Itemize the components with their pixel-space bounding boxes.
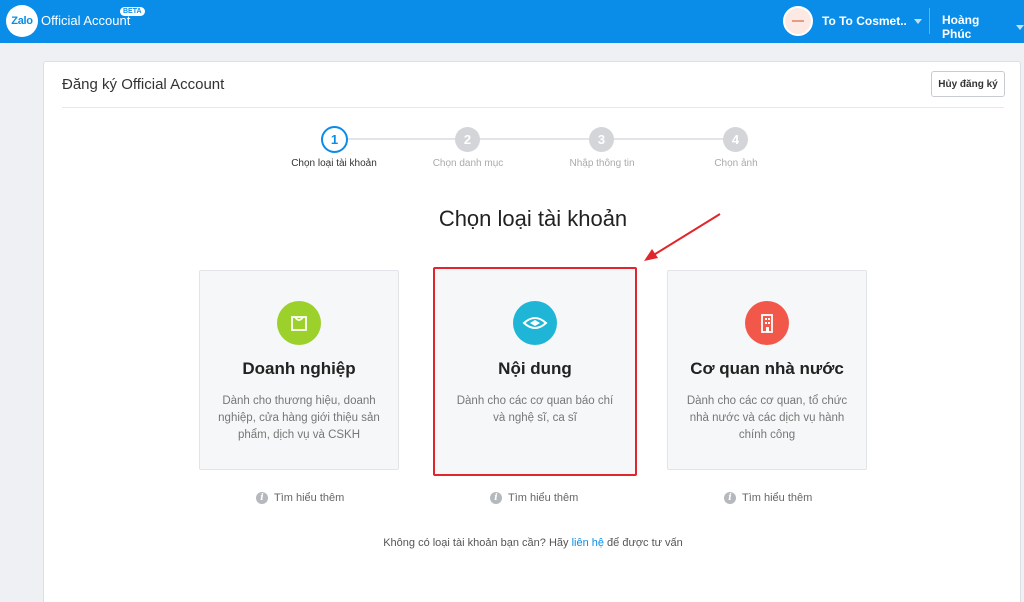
info-icon: i bbox=[490, 492, 502, 504]
step-4-label: Chọn ảnh bbox=[714, 158, 758, 169]
step-3-circle: 3 bbox=[589, 127, 614, 152]
learn-more-content[interactable]: i Tìm hiểu thêm bbox=[490, 492, 578, 504]
card-business[interactable]: Doanh nghiệp Dành cho thương hiệu, doanh… bbox=[199, 270, 399, 470]
card-government[interactable]: Cơ quan nhà nước Dành cho các cơ quan, t… bbox=[667, 270, 867, 470]
learn-more-label: Tìm hiểu thêm bbox=[508, 492, 579, 504]
account-name: To To Cosmet... bbox=[822, 14, 906, 28]
learn-more-label: Tìm hiểu thêm bbox=[274, 492, 345, 504]
card-content[interactable]: Nội dung Dành cho các cơ quan báo chí và… bbox=[433, 267, 637, 476]
info-icon: i bbox=[724, 492, 736, 504]
account-switcher[interactable]: To To Cosmet... bbox=[783, 6, 922, 36]
building-icon bbox=[745, 301, 789, 345]
step-3-label: Nhập thông tin bbox=[569, 158, 635, 169]
step-2-circle: 2 bbox=[455, 127, 480, 152]
card-description: Dành cho các cơ quan báo chí và nghệ sĩ,… bbox=[456, 395, 614, 424]
chevron-down-icon bbox=[1016, 24, 1024, 30]
content-icon bbox=[513, 301, 557, 345]
zalo-logo[interactable]: Zalo bbox=[6, 5, 38, 37]
page-title: Đăng ký Official Account bbox=[62, 76, 225, 93]
card-title: Doanh nghiệp bbox=[242, 359, 356, 378]
card-title: Nội dung bbox=[498, 359, 572, 378]
help-note-tail: để được tư vấn bbox=[603, 537, 683, 549]
help-note-text: Không có loại tài khoản bạn cần? Hãy bbox=[383, 537, 572, 549]
shopping-bag-icon bbox=[277, 301, 321, 345]
section-heading: Chọn loại tài khoản bbox=[438, 206, 628, 231]
learn-more-government[interactable]: i Tìm hiểu thêm bbox=[724, 492, 812, 504]
topbar-divider bbox=[929, 8, 930, 34]
user-name: Hoàng Phúc bbox=[942, 13, 980, 41]
chevron-down-icon bbox=[914, 18, 922, 24]
step-1-label: Chọn loại tài khoản bbox=[291, 158, 377, 169]
registration-panel: Đăng ký Official Account Hủy đăng ký 1 2… bbox=[43, 61, 1021, 602]
step-line-progress bbox=[348, 138, 468, 140]
arrow-annotation-icon bbox=[644, 213, 721, 261]
info-icon: i bbox=[256, 492, 268, 504]
card-description: Dành cho các cơ quan, tổ chức nhà nước v… bbox=[686, 395, 848, 441]
step-2-label: Chọn danh mục bbox=[432, 158, 504, 169]
cancel-registration-button[interactable]: Hủy đăng ký bbox=[931, 71, 1005, 97]
card-description: Dành cho thương hiệu, doanh nghiệp, cửa … bbox=[218, 395, 380, 441]
top-bar: Zalo Official Account BETA To To Cosmet.… bbox=[0, 0, 1024, 43]
learn-more-business[interactable]: i Tìm hiểu thêm bbox=[256, 492, 344, 504]
contact-link[interactable]: liên hệ bbox=[572, 537, 604, 549]
title-divider bbox=[62, 107, 1004, 108]
step-1-circle: 1 bbox=[321, 126, 348, 153]
help-note: Không có loại tài khoản bạn cần? Hãy liê… bbox=[44, 537, 1022, 549]
user-menu[interactable]: Hoàng Phúc bbox=[942, 13, 1024, 41]
step-4-circle: 4 bbox=[723, 127, 748, 152]
learn-more-label: Tìm hiểu thêm bbox=[742, 492, 813, 504]
account-avatar bbox=[783, 6, 813, 36]
beta-badge: BETA bbox=[120, 7, 145, 16]
card-title: Cơ quan nhà nước bbox=[690, 359, 844, 378]
brand-name: Official Account bbox=[41, 13, 131, 28]
